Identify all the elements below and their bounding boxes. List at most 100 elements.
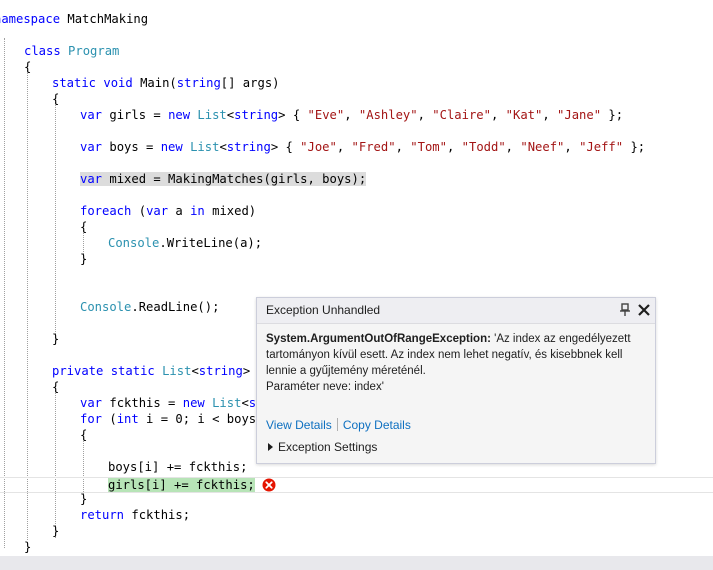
code-text: ( <box>131 204 147 218</box>
exception-type: System.ArgumentOutOfRangeException: <box>266 333 491 345</box>
params: [] args) <box>220 76 280 90</box>
link-separator <box>336 418 338 431</box>
keyword: int <box>116 412 139 426</box>
keyword: var <box>80 172 103 186</box>
type-name: List <box>212 396 242 410</box>
code-text: }; <box>601 108 624 122</box>
popup-title: Exception Unhandled <box>266 303 381 317</box>
keyword: new <box>182 396 205 410</box>
code-line-brace[interactable]: { <box>24 59 624 75</box>
keyword: new <box>160 140 183 154</box>
string-literal: "Jane" <box>557 108 602 122</box>
string-literal: "Eve" <box>307 108 345 122</box>
keyword: var <box>80 140 103 154</box>
code-text: .ReadLine(); <box>131 300 220 314</box>
copy-details-link[interactable]: Copy Details <box>343 418 411 432</box>
code-text: a <box>168 204 191 218</box>
string-literal: "Todd" <box>461 140 506 154</box>
code-line-class[interactable]: class Program <box>24 43 624 59</box>
code-text: boys = <box>102 140 161 154</box>
keyword: var <box>80 396 103 410</box>
type-name: List <box>190 140 220 154</box>
code-line-brace[interactable]: } <box>24 539 624 555</box>
code-text: .WriteLine(a); <box>159 236 263 250</box>
code-text: < <box>219 140 227 154</box>
code-line-return[interactable]: return fckthis; <box>80 507 680 523</box>
exception-settings-label: Exception Settings <box>278 440 378 454</box>
brace: } <box>80 252 88 266</box>
type-name: Console <box>108 236 160 250</box>
keyword: namespace <box>0 12 61 26</box>
keyword: private <box>52 364 104 378</box>
code-text: < <box>241 396 249 410</box>
code-text: girls = <box>102 108 169 122</box>
code-line-writeline[interactable]: Console.WriteLine(a); <box>108 235 708 251</box>
brace: } <box>80 492 88 506</box>
code-line-namespace[interactable]: namespace MatchMaking <box>0 11 594 27</box>
brace: { <box>80 220 88 234</box>
indent-guide <box>55 390 56 538</box>
string-literal: "Tom" <box>410 140 447 154</box>
brace: } <box>52 332 60 346</box>
type-name: Program <box>68 44 120 58</box>
view-details-link[interactable]: View Details <box>266 418 332 432</box>
brace: { <box>52 92 60 106</box>
code-text: boys[i] += fckthis; <box>108 460 248 474</box>
error-icon[interactable] <box>262 478 276 492</box>
brace: } <box>52 524 60 538</box>
code-text: fckthis = <box>102 396 183 410</box>
type-name: List <box>197 108 227 122</box>
code-text: < <box>191 364 199 378</box>
close-icon[interactable] <box>637 303 651 317</box>
keyword: in <box>190 204 205 218</box>
code-line-girls[interactable]: var girls = new List<string> { "Eve", "A… <box>80 107 680 123</box>
type-name: Console <box>80 300 132 314</box>
code-text: fckthis; <box>124 508 191 522</box>
string-literal: "Kat" <box>505 108 543 122</box>
pin-icon[interactable] <box>619 303 631 317</box>
code-line-main[interactable]: static void Main(string[] args) <box>52 75 652 91</box>
call-stack-highlight: var mixed = MakingMatches(girls, boys); <box>80 172 367 186</box>
indent-guide <box>55 102 56 342</box>
keyword: string <box>176 76 221 90</box>
code-line-brace[interactable]: { <box>52 91 652 107</box>
indent-guide <box>4 38 5 548</box>
keyword: void <box>103 76 133 90</box>
code-line-mixed[interactable]: var mixed = MakingMatches(girls, boys); <box>80 171 680 187</box>
exception-settings-expander[interactable]: Exception Settings <box>268 440 377 454</box>
keyword: class <box>24 44 61 58</box>
code-line-foreach[interactable]: foreach (var a in mixed) <box>80 203 680 219</box>
code-line-brace[interactable]: { <box>0 27 594 43</box>
keyword: var <box>146 204 169 218</box>
popup-header: Exception Unhandled <box>257 298 655 324</box>
keyword: return <box>80 508 125 522</box>
code-line-brace[interactable]: } <box>52 523 652 539</box>
string-literal: "Fred" <box>351 140 396 154</box>
brace: { <box>52 380 60 394</box>
string-literal: "Ashley" <box>358 108 418 122</box>
string-literal: "Jeff" <box>579 140 624 154</box>
code-line-boys[interactable]: var boys = new List<string> { "Joe", "Fr… <box>80 139 680 155</box>
code-line-brace[interactable]: { <box>80 219 680 235</box>
code-line-brace[interactable]: } <box>80 251 680 267</box>
brace: } <box>24 540 32 554</box>
keyword: foreach <box>80 204 132 218</box>
keyword: string <box>226 140 271 154</box>
code-text: > { <box>278 108 308 122</box>
current-statement-highlight: girls[i] += fckthis; <box>108 478 255 492</box>
code-line-brace[interactable]: } <box>80 491 680 507</box>
code-text: mixed = MakingMatches(girls, boys); <box>102 172 367 186</box>
code-editor[interactable]: namespace MatchMaking { class Program { … <box>0 0 713 556</box>
horizontal-scrollbar[interactable] <box>0 556 713 570</box>
code-text: mixed) <box>204 204 257 218</box>
type-name: List <box>162 364 192 378</box>
string-literal: "Claire" <box>432 108 491 122</box>
keyword: var <box>80 108 103 122</box>
keyword: new <box>168 108 191 122</box>
exception-message: System.ArgumentOutOfRangeException: 'Az … <box>266 331 648 395</box>
string-literal: "Neef" <box>520 140 565 154</box>
method-name: Main( <box>132 76 177 90</box>
string-literal: "Joe" <box>300 140 337 154</box>
brace: { <box>24 60 32 74</box>
exception-popup: Exception Unhandled System.ArgumentOutOf… <box>256 297 656 464</box>
